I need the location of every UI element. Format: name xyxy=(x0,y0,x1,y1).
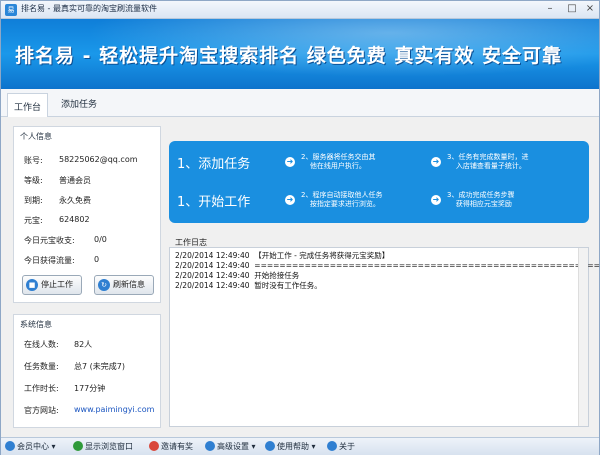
app-window: 易 排名易 - 最真实可靠的淘宝刷流量软件 – □ × 排名易 - 轻松提升淘宝… xyxy=(0,0,600,455)
personal-info-title: 个人信息 xyxy=(20,132,52,141)
app-logo-icon: 易 xyxy=(5,4,17,16)
system-info-title: 系统信息 xyxy=(20,320,52,329)
log-line: 2/20/2014 12:49:40 【开始工作 - 完成任务将获得元宝奖励】 xyxy=(175,251,390,260)
about-label: 关于 xyxy=(339,442,355,451)
account-label: 账号: xyxy=(24,156,43,165)
advanced-settings-menu[interactable]: 高级设置 ▾ xyxy=(205,441,256,452)
guide-step3-reward: 3、成功完成任务步骤 获得相应元宝奖励 xyxy=(447,191,515,208)
tab-workbench[interactable]: 工作台 xyxy=(7,93,49,117)
help-label: 使用帮助 ▾ xyxy=(277,442,316,451)
show-browser-label: 显示浏览窗口 xyxy=(85,442,133,451)
stop-work-label: 停止工作 xyxy=(41,280,73,289)
tab-add-task[interactable]: 添加任务 xyxy=(61,97,97,110)
about-button[interactable]: 关于 xyxy=(327,441,355,452)
help-menu[interactable]: 使用帮助 ▾ xyxy=(265,441,316,452)
minimize-icon[interactable]: – xyxy=(541,3,559,17)
level-label: 等级: xyxy=(24,176,43,185)
log-line: 2/20/2014 12:49:40 暂时没有工作任务。 xyxy=(175,281,322,290)
status-bar: 会员中心 ▾ 显示浏览窗口 邀请有奖 高级设置 ▾ 使用帮助 ▾ 关于 xyxy=(1,437,599,455)
help-icon xyxy=(265,441,275,451)
show-browser-button[interactable]: 显示浏览窗口 xyxy=(73,441,133,452)
online-users-label: 在线人数: xyxy=(24,340,59,349)
stop-icon: ■ xyxy=(26,279,38,291)
today-traffic-value: 0 xyxy=(94,255,100,264)
expiry-value: 永久免费 xyxy=(59,196,91,205)
ingot-value: 624802 xyxy=(59,215,90,224)
banner: 排名易 - 轻松提升淘宝搜索排名 绿色免费 真实有效 安全可靠 xyxy=(1,19,599,89)
account-value: 58225062@qq.com xyxy=(59,155,138,164)
browser-icon xyxy=(73,441,83,451)
task-count-value: 总7 (未完成7) xyxy=(74,362,125,371)
wrench-icon xyxy=(205,441,215,451)
website-link[interactable]: www.paimingyi.com xyxy=(74,405,154,414)
banner-text: 排名易 - 轻松提升淘宝搜索排名 绿色免费 真实有效 安全可靠 xyxy=(15,45,562,67)
online-users-value: 82人 xyxy=(74,340,93,349)
window-title: 排名易 - 最真实可靠的淘宝刷流量软件 xyxy=(21,4,157,13)
gift-icon xyxy=(149,441,159,451)
refresh-icon: ↻ xyxy=(98,279,110,291)
website-label: 官方网站: xyxy=(24,406,59,415)
title-bar: 易 排名易 - 最真实可靠的淘宝刷流量软件 – □ × xyxy=(1,1,599,19)
ingot-label: 元宝: xyxy=(24,216,43,225)
work-time-value: 177分钟 xyxy=(74,384,106,393)
member-center-menu[interactable]: 会员中心 ▾ xyxy=(5,441,56,452)
close-icon[interactable]: × xyxy=(581,3,599,17)
system-info-panel: 系统信息 在线人数: 82人 任务数量: 总7 (未完成7) 工作时长: 177… xyxy=(13,314,161,428)
guide-banner: 1、添加任务 ➜ 2、服务器将任务交由其 他在线用户执行。 ➜ 3、任务有完成数… xyxy=(169,141,589,223)
arrow-right-icon: ➜ xyxy=(285,195,295,205)
member-center-label: 会员中心 ▾ xyxy=(17,442,56,451)
user-icon xyxy=(5,441,15,451)
arrow-right-icon: ➜ xyxy=(285,157,295,167)
personal-info-panel: 个人信息 账号: 58225062@qq.com 等级: 普通会员 到期: 永久… xyxy=(13,126,161,303)
guide-step3-stats: 3、任务有完成数量时，进 入店铺查看量子统计。 xyxy=(447,153,529,170)
advanced-settings-label: 高级设置 ▾ xyxy=(217,442,256,451)
invite-reward-label: 邀请有奖 xyxy=(161,442,193,451)
log-line: 2/20/2014 12:49:40 =====================… xyxy=(175,261,600,270)
guide-step2-server: 2、服务器将任务交由其 他在线用户执行。 xyxy=(301,153,376,170)
stop-work-button[interactable]: ■ 停止工作 xyxy=(22,275,82,295)
guide-step1-start-work: 1、开始工作 xyxy=(177,195,251,210)
task-count-label: 任务数量: xyxy=(24,362,59,371)
log-scrollbar[interactable] xyxy=(578,248,588,426)
today-ingot-value: 0/0 xyxy=(94,235,107,244)
invite-reward-button[interactable]: 邀请有奖 xyxy=(149,441,193,452)
work-log-textarea[interactable]: 2/20/2014 12:49:40 【开始工作 - 完成任务将获得元宝奖励】 … xyxy=(169,247,600,427)
today-traffic-label: 今日获得流量: xyxy=(24,256,75,265)
expiry-label: 到期: xyxy=(24,196,43,205)
work-time-label: 工作时长: xyxy=(24,384,59,393)
guide-step2-browse: 2、程序自动接取他人任务 按指定要求进行浏览。 xyxy=(301,191,383,208)
refresh-info-button[interactable]: ↻ 刷新信息 xyxy=(94,275,154,295)
level-value: 普通会员 xyxy=(59,176,91,185)
arrow-right-icon: ➜ xyxy=(431,195,441,205)
arrow-right-icon: ➜ xyxy=(431,157,441,167)
guide-step1-add-task: 1、添加任务 xyxy=(177,157,251,172)
maximize-icon[interactable]: □ xyxy=(563,3,581,17)
refresh-info-label: 刷新信息 xyxy=(113,280,145,289)
today-ingot-label: 今日元宝收支: xyxy=(24,236,75,245)
log-line: 2/20/2014 12:49:40 开始抢接任务 xyxy=(175,271,300,280)
info-icon xyxy=(327,441,337,451)
tab-bar: 工作台 添加任务 xyxy=(1,89,599,117)
